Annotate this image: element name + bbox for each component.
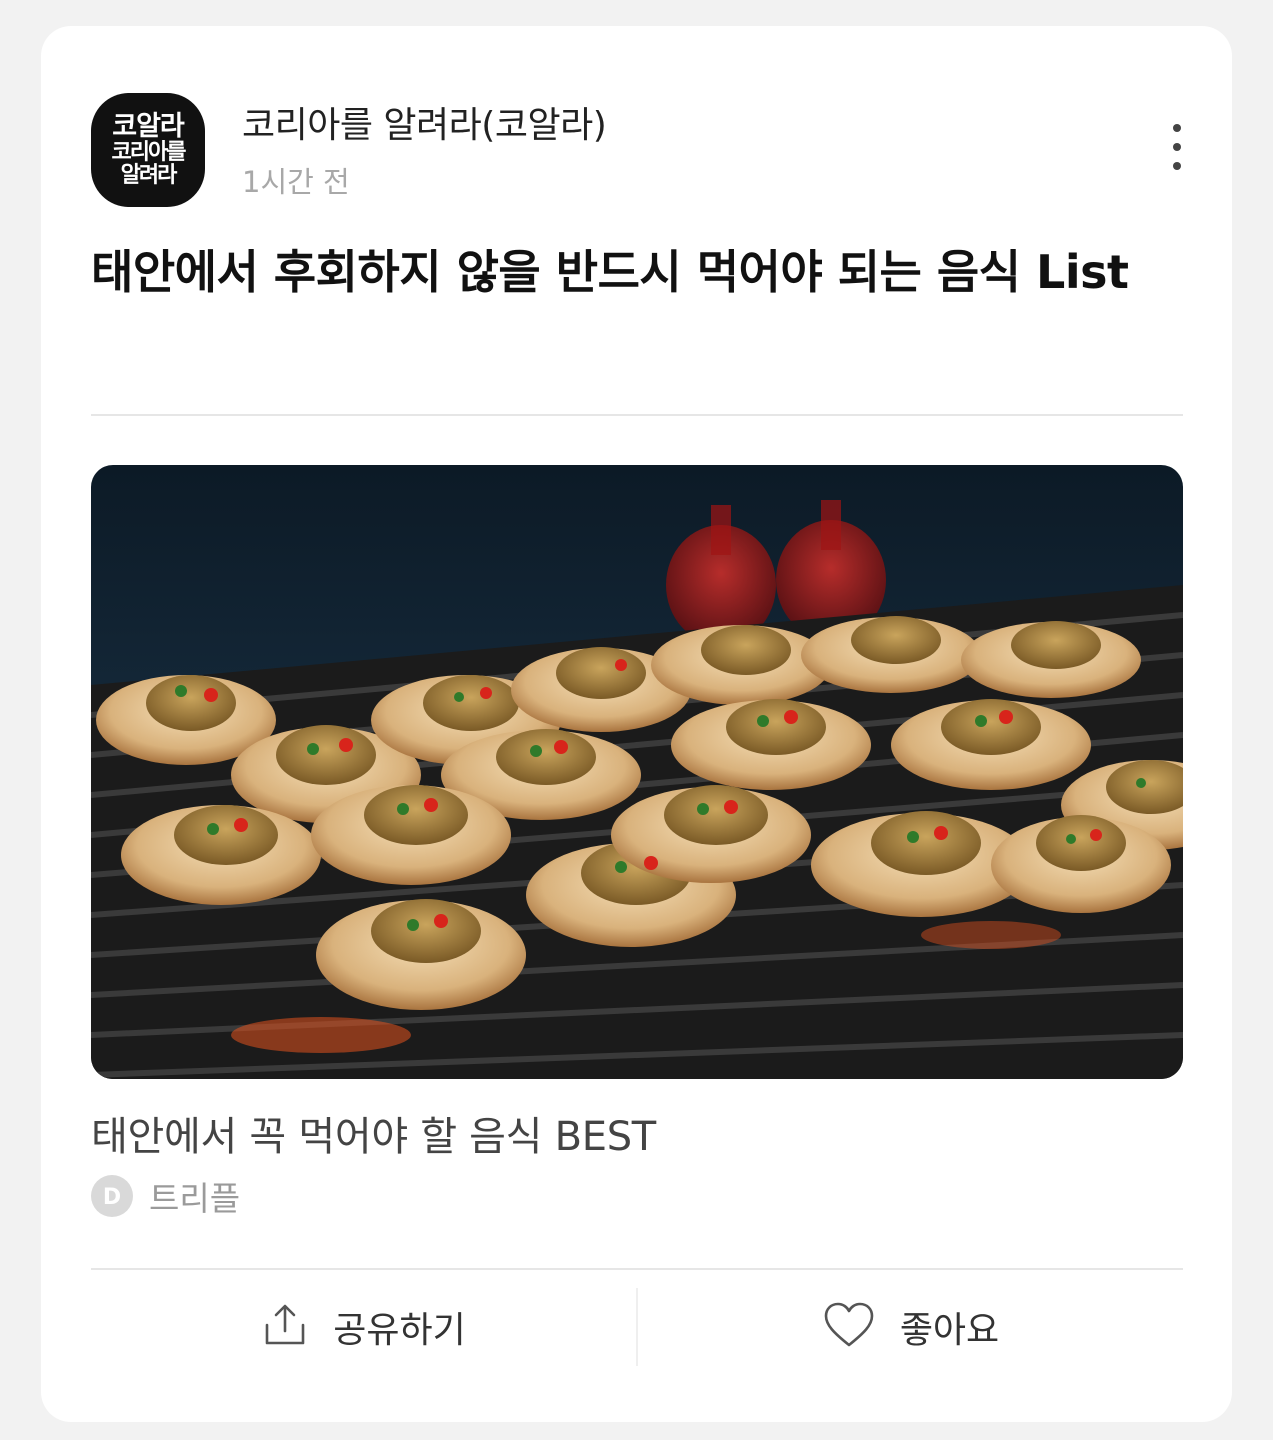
more-dot bbox=[1173, 162, 1181, 170]
post-title[interactable]: 태안에서 후회하지 않을 반드시 먹어야 되는 음식 List bbox=[91, 236, 1191, 308]
source-name: 트리플 bbox=[149, 1179, 241, 1218]
more-dot bbox=[1173, 124, 1181, 132]
avatar-line-2: 코리아를 bbox=[111, 140, 187, 166]
share-upload-icon bbox=[261, 1301, 309, 1353]
daum-source-letter: D bbox=[103, 1185, 121, 1210]
avatar-line-1: 코알라 bbox=[112, 110, 185, 142]
like-button[interactable]: 좋아요 bbox=[638, 1271, 1183, 1383]
heart-outline-icon bbox=[822, 1301, 876, 1353]
share-button[interactable]: 공유하기 bbox=[91, 1271, 636, 1383]
daum-source-icon: D bbox=[91, 1175, 133, 1217]
feed-card: 코알라 코리아를 알려라 코리아를 알려라(코알라) 1시간 전 태안에서 후회… bbox=[41, 26, 1232, 1422]
publisher-avatar[interactable]: 코알라 코리아를 알려라 bbox=[91, 93, 205, 207]
action-bar: 공유하기 좋아요 bbox=[91, 1271, 1183, 1383]
grilled-scallops-photo bbox=[91, 465, 1183, 1079]
avatar-line-3: 알려라 bbox=[120, 163, 178, 189]
link-card-image[interactable] bbox=[91, 465, 1183, 1079]
share-label: 공유하기 bbox=[333, 1310, 466, 1351]
divider-top bbox=[91, 414, 1183, 416]
publisher-name[interactable]: 코리아를 알려라(코알라) bbox=[242, 96, 607, 148]
posted-time: 1시간 전 bbox=[242, 165, 350, 199]
link-card-title[interactable]: 태안에서 꼭 먹어야 할 음식 BEST bbox=[91, 1104, 656, 1162]
like-label: 좋아요 bbox=[899, 1310, 1000, 1351]
divider-bottom bbox=[91, 1268, 1183, 1270]
link-card-source: D 트리플 bbox=[91, 1174, 240, 1218]
more-options-icon[interactable] bbox=[1162, 124, 1192, 170]
more-dot bbox=[1173, 143, 1181, 151]
